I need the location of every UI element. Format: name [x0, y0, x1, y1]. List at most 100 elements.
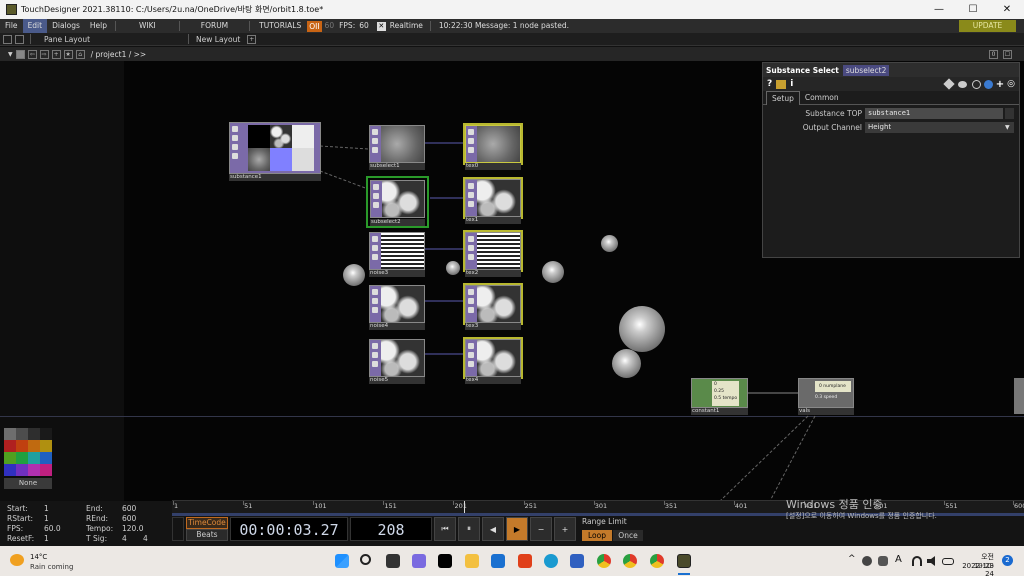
store-icon[interactable] — [570, 554, 584, 568]
weather-temp[interactable]: 14°C — [30, 553, 47, 561]
palette-swatch[interactable] — [40, 440, 52, 452]
palette-swatch[interactable] — [28, 428, 40, 440]
edge-icon[interactable] — [544, 554, 558, 568]
palette-swatch[interactable] — [4, 428, 16, 440]
menu-dialogs[interactable]: Dialogs — [47, 19, 85, 33]
once-button[interactable]: Once — [613, 530, 643, 541]
node-noise4[interactable]: noise4 — [369, 285, 425, 331]
palette-swatch[interactable] — [4, 452, 16, 464]
pause-button[interactable]: ⏸ — [458, 517, 480, 541]
tab-common[interactable]: Common — [800, 91, 844, 104]
palette-swatch[interactable] — [28, 452, 40, 464]
add-layout-button[interactable]: + — [247, 34, 257, 44]
palette-swatch[interactable] — [40, 464, 52, 476]
palette-swatch[interactable] — [40, 428, 52, 440]
loop-button[interactable]: Loop — [582, 530, 612, 541]
add-icon[interactable]: + — [51, 49, 61, 59]
wifi-icon[interactable] — [912, 556, 922, 566]
task-view-icon[interactable] — [386, 554, 400, 568]
search-icon[interactable] — [360, 554, 371, 565]
volume-icon[interactable] — [927, 556, 935, 566]
minimize-button[interactable]: — — [922, 0, 956, 19]
pane-menu-icon[interactable]: ▼ — [8, 51, 13, 58]
output-channel-select[interactable]: Height — [865, 122, 1014, 133]
ime-indicator[interactable]: A — [895, 554, 902, 565]
palette-swatch[interactable] — [4, 464, 16, 476]
palette-swatch[interactable] — [40, 452, 52, 464]
palette-swatch[interactable] — [16, 452, 28, 464]
node-tex2[interactable]: tex2 — [463, 230, 523, 278]
frame-display[interactable]: 208 — [350, 517, 432, 541]
network-path[interactable]: / project1 / >> — [91, 50, 147, 59]
node-tex1[interactable]: tex1 — [463, 177, 523, 225]
menu-edit[interactable]: Edit — [22, 19, 48, 33]
oii-indicator[interactable]: OII — [307, 20, 322, 32]
op-picker-icon[interactable] — [1005, 108, 1014, 119]
palette-swatch[interactable] — [16, 428, 28, 440]
pane-maximize-icon[interactable]: ☐ — [1003, 49, 1012, 59]
resetf-value[interactable]: 1 — [44, 534, 49, 544]
node-substance1[interactable]: substance1 — [229, 122, 321, 182]
bookmark-icon[interactable]: ★ — [63, 49, 73, 59]
info-icon[interactable]: i — [790, 79, 793, 89]
tutorials-link[interactable]: TUTORIALS — [253, 19, 307, 33]
palette-swatch[interactable] — [28, 440, 40, 452]
weather-icon[interactable] — [10, 554, 24, 566]
pane-anchor-icon[interactable] — [15, 34, 24, 44]
play-button[interactable]: ▶ — [506, 517, 528, 541]
rend-value[interactable]: 600 — [122, 514, 136, 524]
clock-date[interactable]: 2022-10-24 — [954, 562, 994, 576]
tempo-value[interactable]: 120.0 — [122, 524, 143, 534]
touchdesigner-icon[interactable] — [677, 554, 691, 568]
palette-none-button[interactable]: None — [4, 478, 52, 489]
file-explorer-icon[interactable] — [465, 554, 479, 568]
weather-desc[interactable]: Rain coming — [30, 563, 73, 571]
new-layout-button[interactable]: New Layout — [192, 35, 244, 44]
chrome-profile-2-icon[interactable] — [650, 554, 664, 568]
palette-swatch[interactable] — [4, 440, 16, 452]
edit-icon[interactable] — [943, 78, 955, 90]
tray-app-2-icon[interactable] — [878, 556, 888, 566]
timecode-button[interactable]: TimeCode — [186, 517, 228, 529]
rewind-button[interactable]: ⏮ — [434, 517, 456, 541]
reset-icon[interactable] — [971, 79, 981, 89]
battery-icon[interactable] — [942, 558, 954, 565]
node-vals[interactable]: 0 numplane 0.3 speed vals — [798, 378, 854, 416]
rstart-value[interactable]: 1 — [44, 514, 49, 524]
node-constant1[interactable]: 0 0.25 0.5 tempo constant1 — [691, 378, 748, 416]
pane-layout-menu[interactable]: Pane Layout — [34, 35, 98, 44]
notification-badge[interactable]: 2 — [1002, 555, 1013, 566]
comment-icon[interactable] — [957, 80, 967, 88]
update-button[interactable]: UPDATE — [959, 20, 1016, 32]
chat-icon[interactable] — [412, 554, 426, 568]
palette-swatch[interactable] — [28, 464, 40, 476]
tray-overflow-icon[interactable]: ^ — [848, 554, 856, 564]
help-icon[interactable]: ? — [767, 79, 772, 89]
node-noise3[interactable]: noise3 — [369, 232, 425, 278]
menu-help[interactable]: Help — [85, 19, 112, 33]
python-icon[interactable] — [776, 79, 787, 89]
timecode-display[interactable]: 00:00:03.27 — [230, 517, 348, 541]
back-icon[interactable]: ⇦ — [27, 49, 37, 59]
node-subselect2[interactable]: subselect2 — [366, 176, 429, 228]
menu-file[interactable]: File — [0, 19, 23, 33]
beats-button[interactable]: Beats — [186, 529, 228, 541]
substance-top-field[interactable]: substance1 — [865, 108, 1003, 119]
chrome-profile-icon[interactable] — [623, 554, 637, 568]
forum-link[interactable]: FORUM — [183, 19, 246, 33]
offscreen-node[interactable] — [1014, 378, 1024, 414]
close-button[interactable]: ✕ — [990, 0, 1024, 19]
office-icon[interactable] — [518, 554, 532, 568]
tray-app-icon[interactable] — [862, 556, 872, 566]
windows-start-icon[interactable] — [335, 554, 349, 568]
forward-icon[interactable]: ⇨ — [39, 49, 49, 59]
pane-split-icon[interactable] — [3, 34, 12, 44]
add-icon[interactable]: + — [996, 79, 1004, 90]
tsig-denominator[interactable]: 4 — [143, 534, 148, 544]
netflix-icon[interactable] — [438, 554, 452, 568]
home-icon[interactable]: ⌂ — [75, 49, 85, 59]
node-noise5[interactable]: noise5 — [369, 339, 425, 385]
wiki-link[interactable]: WIKI — [119, 19, 176, 33]
step-down-button[interactable]: − — [530, 517, 552, 541]
step-up-button[interactable]: + — [554, 517, 576, 541]
